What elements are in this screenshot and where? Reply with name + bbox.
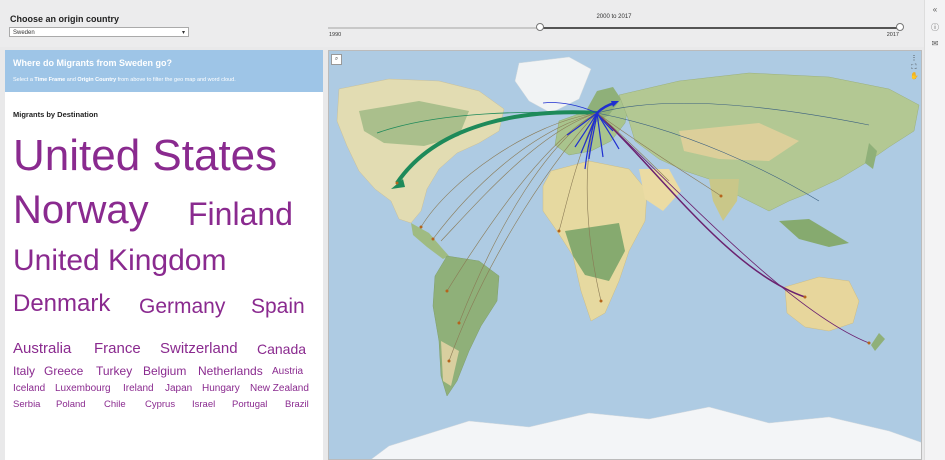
chevron-down-icon: ▾ <box>181 30 185 36</box>
collapse-icon[interactable]: « <box>929 4 941 16</box>
destination-marker <box>447 359 451 363</box>
destination-marker <box>599 299 603 303</box>
cloud-word[interactable]: Poland <box>56 400 86 410</box>
destination-marker <box>445 289 449 293</box>
destination-marker <box>395 181 399 185</box>
cloud-word[interactable]: Portugal <box>232 400 267 410</box>
destination-marker <box>419 225 423 229</box>
cloud-word[interactable]: Cyprus <box>145 400 175 410</box>
cloud-word[interactable]: New Zealand <box>250 384 309 394</box>
cloud-word[interactable]: Turkey <box>96 365 132 377</box>
cloud-word[interactable]: Spain <box>251 296 305 317</box>
cloud-word[interactable]: Hungary <box>202 384 240 394</box>
cloud-word[interactable]: Belgium <box>143 365 186 377</box>
timeframe-max-label: 2017 <box>886 32 899 38</box>
cloud-word[interactable]: France <box>94 341 141 356</box>
banner-title: Where do Migrants from Sweden go? <box>13 58 173 68</box>
info-icon[interactable]: ⓘ <box>929 22 941 34</box>
cloud-word[interactable]: Chile <box>104 400 126 410</box>
left-panel: Where do Migrants from Sweden go? Select… <box>5 50 323 460</box>
right-rail: « ⓘ ✉ <box>924 0 945 460</box>
cloud-word[interactable]: Norway <box>13 190 149 230</box>
origin-select-value: Sweden <box>13 30 35 36</box>
cloud-word[interactable]: Greece <box>44 365 83 377</box>
cloud-word[interactable]: Australia <box>13 341 71 356</box>
timeframe-slider[interactable]: 2000 to 2017 1990 2017 <box>328 10 904 40</box>
origin-select[interactable]: Sweden ▾ <box>9 27 189 37</box>
map-toolbar: ⋮ ⛶ ✋ <box>910 54 919 81</box>
cloud-word[interactable]: Finland <box>188 198 293 230</box>
filter-bar: Choose an origin country Sweden ▾ 2000 t… <box>0 0 925 47</box>
cloud-word[interactable]: Canada <box>257 342 306 356</box>
world-map <box>329 51 921 459</box>
more-options-icon[interactable]: ⋮ <box>910 54 918 63</box>
migration-map[interactable]: ⌕ ⋮ ⛶ ✋ <box>328 50 922 460</box>
slider-fill <box>539 27 900 29</box>
cloud-word[interactable]: Italy <box>13 365 35 377</box>
destination-marker <box>867 341 871 345</box>
cloud-word[interactable]: Iceland <box>13 384 45 394</box>
fullscreen-icon[interactable]: ⛶ <box>910 63 918 72</box>
destination-marker <box>719 194 723 198</box>
cloud-word[interactable]: Serbia <box>13 400 40 410</box>
cloud-word[interactable]: Luxembourg <box>55 384 111 394</box>
destination-marker <box>557 229 561 233</box>
destination-marker <box>431 237 435 241</box>
cloud-word[interactable]: Ireland <box>123 384 154 394</box>
cloud-word[interactable]: United Kingdom <box>13 246 226 276</box>
timeframe-min-label: 1990 <box>329 32 342 38</box>
cloud-word[interactable]: Brazil <box>285 400 309 410</box>
comment-icon[interactable]: ✉ <box>929 38 941 50</box>
cloud-word[interactable]: Netherlands <box>198 365 263 377</box>
cloud-word[interactable]: Switzerland <box>160 341 238 356</box>
pan-hand-icon[interactable]: ✋ <box>910 72 919 81</box>
timeframe-range-label: 2000 to 2017 <box>596 14 632 20</box>
info-banner: Where do Migrants from Sweden go? Select… <box>5 50 323 92</box>
cloud-word[interactable]: Denmark <box>13 292 110 316</box>
banner-subtitle: Select a Time Frame and Origin Country f… <box>13 77 236 83</box>
slider-handle-end[interactable] <box>896 23 904 31</box>
cloud-word[interactable]: Germany <box>139 296 225 317</box>
search-icon[interactable]: ⌕ <box>331 54 342 65</box>
cloud-word[interactable]: Japan <box>165 384 192 394</box>
cloud-word[interactable]: United States <box>13 134 277 178</box>
destination-marker <box>803 295 807 299</box>
destination-marker <box>457 321 461 325</box>
cloud-word[interactable]: Israel <box>192 400 215 410</box>
cloud-word[interactable]: Austria <box>272 367 303 377</box>
origin-label: Choose an origin country <box>10 14 120 24</box>
slider-handle-start[interactable] <box>535 23 544 31</box>
word-cloud-title: Migrants by Destination <box>13 110 99 119</box>
